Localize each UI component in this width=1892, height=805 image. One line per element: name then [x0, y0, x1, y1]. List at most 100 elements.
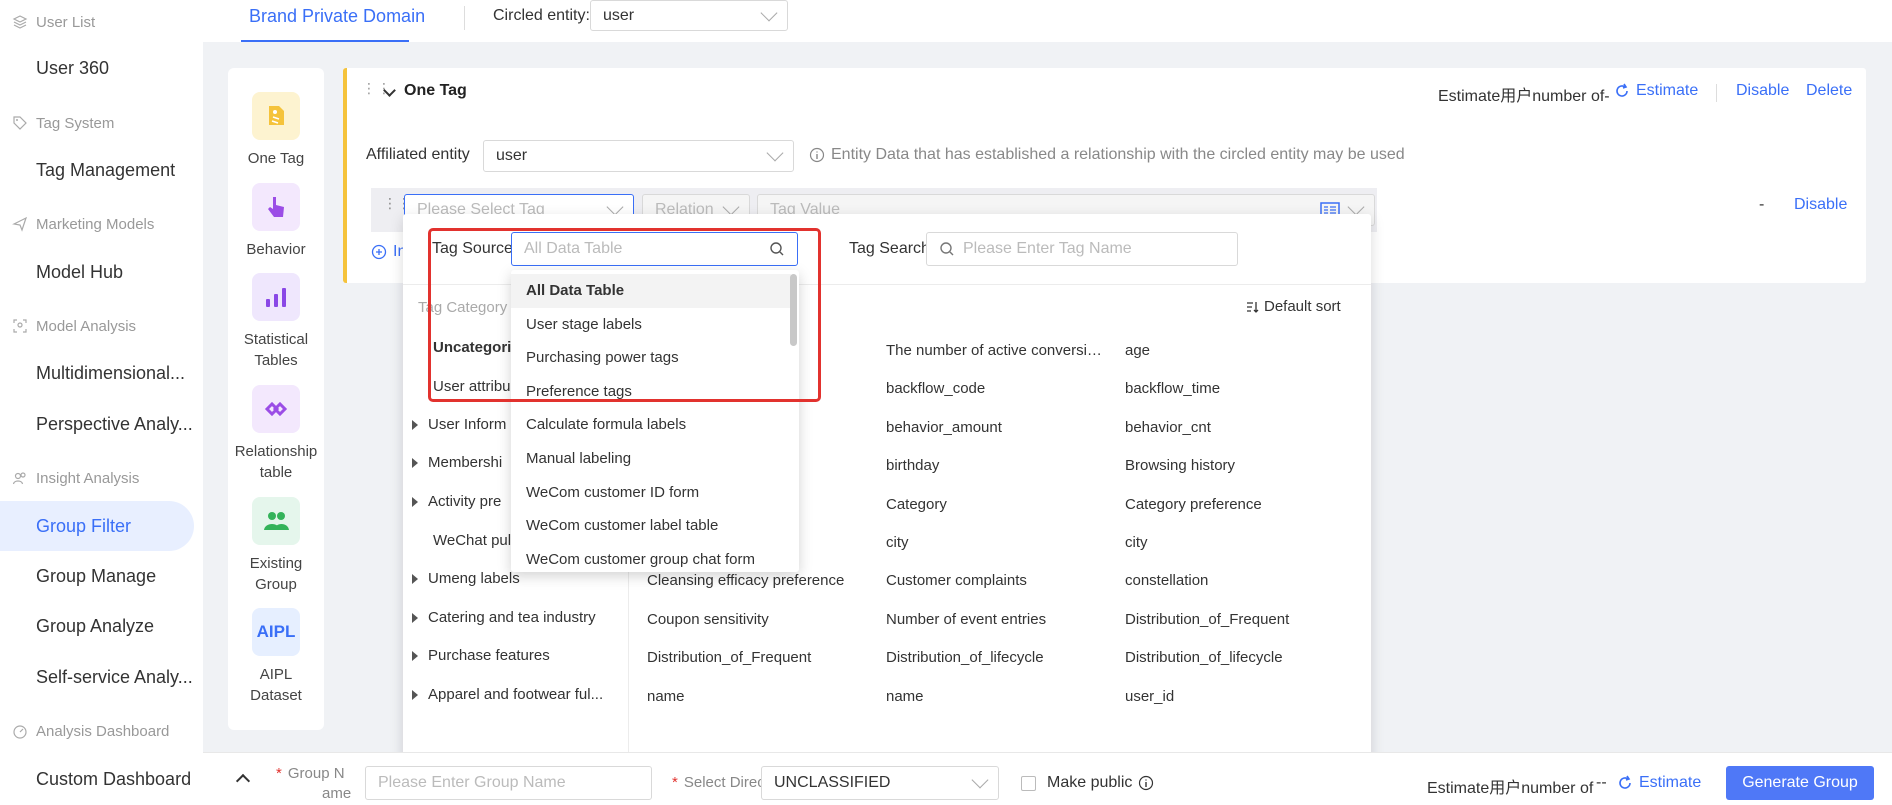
- sidebar-item-multidimensional[interactable]: Multidimensional...: [36, 358, 196, 388]
- default-sort-toggle[interactable]: Default sort: [1246, 298, 1341, 315]
- group-name-input[interactable]: Please Enter Group Name: [365, 766, 652, 800]
- tag-option[interactable]: Distribution_of_Frequent: [1125, 611, 1350, 628]
- sidebar-item-group-analyze[interactable]: Group Analyze: [36, 611, 196, 641]
- tag-option[interactable]: name: [886, 688, 1111, 705]
- sidebar-item-group-manage[interactable]: Group Manage: [36, 561, 196, 591]
- sidebar-group-insight-analysis: Insight Analysis: [12, 466, 139, 490]
- pointer-icon: [252, 183, 300, 231]
- caret-right-icon[interactable]: [412, 612, 418, 623]
- tag-option[interactable]: backflow_code: [886, 380, 1111, 397]
- component-behavior[interactable]: Behavior: [228, 183, 324, 260]
- chevron-down-icon: [766, 144, 784, 162]
- tag-source-option[interactable]: WeCom customer label table: [511, 509, 791, 543]
- sidebar-item-user-360[interactable]: User 360: [36, 53, 196, 83]
- tag-source-option[interactable]: WeCom customer ID form: [511, 476, 791, 510]
- tag-option[interactable]: Number of event entries: [886, 611, 1111, 628]
- tag-option[interactable]: constellation: [1125, 572, 1350, 589]
- tag-option[interactable]: Category: [886, 496, 1111, 513]
- disable-row-link[interactable]: Disable: [1794, 196, 1847, 214]
- send-icon: [12, 216, 28, 232]
- tag-option[interactable]: backflow_time: [1125, 380, 1350, 397]
- caret-right-icon[interactable]: [412, 650, 418, 661]
- affiliated-entity-label: Affiliated entity: [366, 146, 470, 163]
- tag-option[interactable]: user_id: [1125, 688, 1350, 705]
- tag-option[interactable]: age: [1125, 342, 1350, 359]
- tag-category-item[interactable]: Membershi: [412, 454, 502, 471]
- tag-category-item[interactable]: Umeng labels: [412, 570, 520, 587]
- caret-right-icon[interactable]: [412, 457, 418, 468]
- refresh-icon: [1619, 775, 1631, 789]
- sidebar-item-tag-management[interactable]: Tag Management: [36, 155, 196, 185]
- make-public-checkbox[interactable]: [1021, 776, 1036, 791]
- component-one-tag[interactable]: One Tag: [228, 92, 324, 169]
- tag-category-item[interactable]: Catering and tea industry: [412, 609, 596, 626]
- component-aipl-dataset[interactable]: AIPL AIPL Dataset: [228, 608, 324, 706]
- caret-right-icon[interactable]: [412, 689, 418, 700]
- tag-search-label: Tag Search:: [849, 240, 935, 257]
- disable-card-link[interactable]: Disable: [1736, 82, 1789, 100]
- circled-entity-label: Circled entity:: [493, 7, 590, 24]
- caret-right-icon[interactable]: [412, 419, 418, 430]
- tag-icon: [252, 92, 300, 140]
- add-condition-link[interactable]: In: [371, 243, 406, 261]
- component-relationship-table[interactable]: Relationship table: [228, 385, 324, 483]
- affiliated-entity-select[interactable]: user: [483, 140, 794, 172]
- required-mark: *: [672, 774, 678, 791]
- select-directory-label: * Select Direc: [672, 774, 762, 791]
- sort-icon: [1247, 301, 1259, 313]
- chevron-down-icon: [722, 198, 740, 216]
- tag-option[interactable]: Cleansing efficacy preference: [647, 572, 872, 589]
- tag-search-input[interactable]: Please Enter Tag Name: [926, 232, 1238, 266]
- link-icon: [252, 385, 300, 433]
- sidebar-group-tag-system: Tag System: [12, 111, 114, 135]
- tag-category-item[interactable]: Apparel and footwear ful...: [412, 686, 603, 703]
- tag-option[interactable]: behavior_amount: [886, 419, 1111, 436]
- tag-option[interactable]: birthday: [886, 457, 1111, 474]
- tab-brand-private-domain[interactable]: Brand Private Domain: [249, 6, 425, 27]
- delete-card-link[interactable]: Delete: [1806, 82, 1852, 100]
- tag-source-option[interactable]: Manual labeling: [511, 442, 791, 476]
- info-icon[interactable]: [1138, 775, 1154, 791]
- tag-category-item[interactable]: Purchase features: [412, 647, 550, 664]
- sidebar-item-self-service-analysis[interactable]: Self-service Analy...: [36, 662, 196, 692]
- info-icon: [809, 147, 825, 163]
- tag-option[interactable]: Browsing history: [1125, 457, 1350, 474]
- sidebar-item-perspective-analysis[interactable]: Perspective Analy...: [36, 409, 196, 439]
- bottom-estimate-link[interactable]: Estimate: [1617, 774, 1701, 792]
- sidebar-item-group-filter[interactable]: Group Filter: [36, 511, 196, 541]
- caret-right-icon[interactable]: [412, 573, 418, 584]
- component-existing-group[interactable]: Existing Group: [228, 497, 324, 595]
- tag-option[interactable]: Category preference: [1125, 496, 1350, 513]
- sidebar-item-model-hub[interactable]: Model Hub: [36, 257, 196, 287]
- sidebar-item-custom-dashboard[interactable]: Custom Dashboard: [36, 764, 196, 794]
- circled-entity-select[interactable]: user: [590, 0, 788, 31]
- tag-category-item[interactable]: User Inform: [412, 416, 506, 433]
- tag-option[interactable]: Coupon sensitivity: [647, 611, 872, 628]
- chevron-down-icon: [760, 4, 778, 21]
- tag-option[interactable]: city: [1125, 534, 1350, 551]
- estimate-prefix: Estimate用户number of-: [1438, 88, 1610, 105]
- tag-option[interactable]: The number of active conversi…: [886, 342, 1111, 359]
- tag-category-item[interactable]: Activity pre: [412, 493, 501, 510]
- generate-group-button[interactable]: Generate Group: [1726, 766, 1874, 800]
- tag-option[interactable]: Customer complaints: [886, 572, 1111, 589]
- group-name-label: * Group N ame: [276, 765, 352, 802]
- tag-option[interactable]: behavior_cnt: [1125, 419, 1350, 436]
- sidebar-group-marketing-models: Marketing Models: [12, 212, 154, 236]
- sidebar-group-model-analysis: Model Analysis: [12, 314, 136, 338]
- tag-option[interactable]: Distribution_of_lifecycle: [886, 649, 1111, 666]
- tag-source-option[interactable]: Calculate formula labels: [511, 408, 791, 442]
- tag-source-option[interactable]: WeCom customer group chat form: [511, 543, 791, 572]
- estimate-link[interactable]: Estimate: [1614, 82, 1698, 100]
- top-bar: [203, 0, 1892, 42]
- bottom-estimate-value: --: [1596, 774, 1607, 791]
- select-directory-select[interactable]: UNCLASSIFIED: [761, 766, 999, 800]
- caret-right-icon[interactable]: [412, 496, 418, 507]
- scan-face-icon: [13, 319, 27, 333]
- tag-option[interactable]: city: [886, 534, 1111, 551]
- tag-option[interactable]: Distribution_of_Frequent: [647, 649, 872, 666]
- component-statistical-tables[interactable]: Statistical Tables: [228, 273, 324, 371]
- tag-option[interactable]: name: [647, 688, 872, 705]
- tag-category-item[interactable]: WeChat pul: [433, 532, 511, 549]
- tag-option[interactable]: Distribution_of_lifecycle: [1125, 649, 1350, 666]
